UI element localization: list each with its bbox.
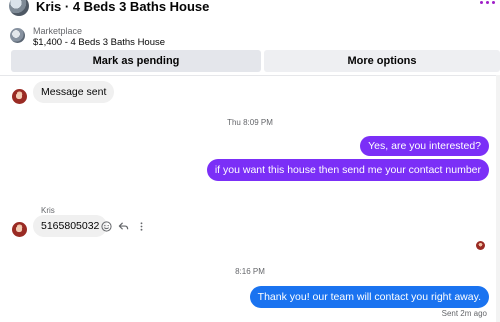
more-options-button[interactable]: More options <box>264 50 500 72</box>
sent-status: Sent 2m ago <box>441 309 487 318</box>
sender-avatar[interactable] <box>12 89 27 104</box>
listing-category: Marketplace <box>33 26 83 36</box>
outgoing-message: Thank you! our team will contact you rig… <box>249 286 489 308</box>
sender-name: Kris <box>41 206 55 215</box>
conversation-title[interactable]: Kris · 4 Beds 3 Baths House <box>36 0 209 14</box>
header-divider <box>0 75 500 76</box>
incoming-message: Message sent <box>33 81 115 103</box>
react-emoji-icon[interactable] <box>101 221 112 232</box>
seen-avatar-indicator <box>476 241 485 250</box>
listing-avatar[interactable] <box>9 0 29 16</box>
message-timestamp: 8:16 PM <box>235 267 265 276</box>
mark-as-pending-button[interactable]: Mark as pending <box>11 50 261 72</box>
listing-summary[interactable]: $1,400 - 4 Beds 3 Baths House <box>33 37 165 48</box>
incoming-message: 5165805032 <box>33 215 108 237</box>
outgoing-message: if you want this house then send me your… <box>206 159 489 181</box>
listing-thumbnail[interactable] <box>10 28 25 43</box>
outgoing-message: Yes, are you interested? <box>360 136 489 156</box>
more-vertical-icon[interactable] <box>136 221 147 232</box>
scrollbar[interactable] <box>496 75 500 322</box>
message-timestamp: Thu 8:09 PM <box>227 118 273 127</box>
conversation-header: Kris · 4 Beds 3 Baths House <box>0 0 500 18</box>
sender-avatar[interactable] <box>12 222 27 237</box>
more-dots-icon[interactable] <box>480 1 495 4</box>
reply-icon[interactable] <box>118 221 129 232</box>
